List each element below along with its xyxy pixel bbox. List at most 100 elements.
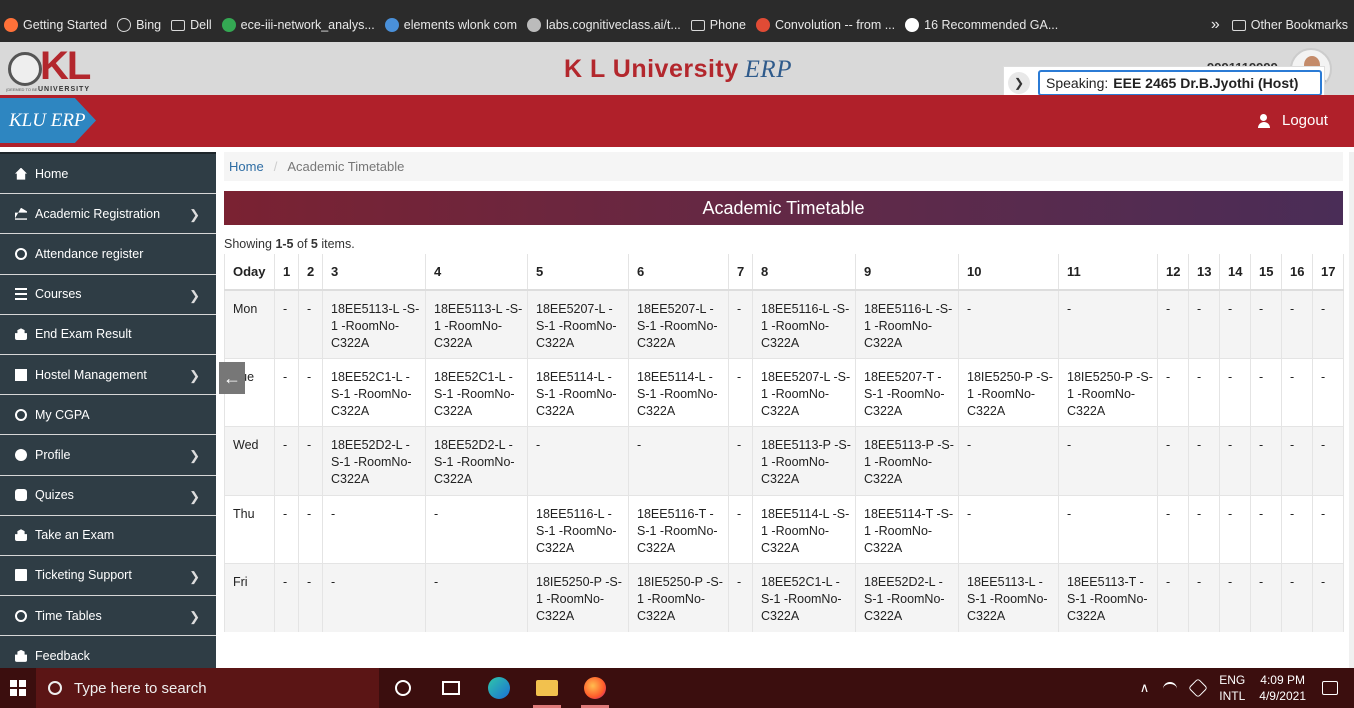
expand-chevron-icon[interactable]: ❯ (1008, 72, 1030, 94)
slot-cell: 18EE5207-L -S-1 -RoomNo-C322A (628, 289, 729, 359)
column-header[interactable]: 5 (527, 254, 629, 291)
medium-icon (905, 18, 920, 32)
sidebar-item-attendance-register[interactable]: Attendance register (0, 234, 216, 275)
day-cell: Thu (224, 494, 275, 564)
sidebar-item-courses[interactable]: Courses ❯ (0, 275, 216, 315)
system-tray: ∧ ENG INTL 4:09 PM 4/9/2021 (1140, 672, 1354, 704)
slot-cell: - (274, 563, 299, 632)
notification-icon[interactable] (1322, 681, 1338, 695)
column-header[interactable]: 8 (752, 254, 856, 291)
slot-cell: - (274, 494, 299, 564)
more-bookmarks-chevron-icon[interactable]: » (1203, 16, 1228, 34)
collapse-sidebar-arrow-icon[interactable]: ← (219, 362, 245, 394)
scrollbar[interactable] (1349, 152, 1354, 668)
bookmarks-bar: Getting Started Bing Dell ece-iii-network_a… (0, 8, 1354, 42)
sidebar-item-time-tables[interactable]: Time Tables ❯ (0, 596, 216, 637)
column-header[interactable]: 13 (1188, 254, 1220, 291)
slot-cell: - (1219, 289, 1251, 359)
sidebar-item-take-an-exam[interactable]: Take an Exam (0, 516, 216, 556)
column-header[interactable]: 3 (322, 254, 426, 291)
bookmark-item[interactable]: Phone (687, 8, 752, 42)
slot-cell: - (1312, 563, 1344, 632)
day-cell: Fri (224, 563, 275, 632)
slot-cell: - (425, 494, 528, 564)
firefox-button[interactable] (571, 668, 619, 708)
cortana-button[interactable] (379, 668, 427, 708)
clock[interactable]: 4:09 PM 4/9/2021 (1259, 672, 1306, 704)
day-cell: Mon (224, 289, 275, 359)
sidebar-item-quizes[interactable]: Quizes ❯ (0, 476, 216, 516)
slot-cell: - (1312, 426, 1344, 496)
slot-cell: - (1281, 494, 1313, 564)
building-icon (15, 368, 27, 381)
chevron-right-icon: ❯ (189, 207, 200, 223)
slot-cell: - (274, 357, 299, 427)
taskbar-search-box[interactable]: Type here to search (36, 668, 379, 708)
brand-tag[interactable]: KLU ERP (0, 98, 96, 143)
windows-taskbar: Type here to search ∧ ENG INTL 4:09 PM 4… (0, 668, 1354, 708)
bookmark-item[interactable]: elements wlonk com (381, 8, 523, 42)
bookmark-label: Dell (190, 18, 212, 32)
column-header[interactable]: 9 (855, 254, 959, 291)
pen-icon[interactable] (1188, 678, 1209, 698)
edge-button[interactable] (475, 668, 523, 708)
slot-cell: - (1250, 426, 1282, 496)
file-explorer-button[interactable] (523, 668, 571, 708)
sidebar-item-home[interactable]: Home (0, 154, 216, 195)
bookmark-label: elements wlonk com (403, 18, 517, 32)
slot-cell: - (298, 357, 323, 427)
slot-cell: 18EE5113-P -S-1 -RoomNo-C322A (752, 426, 856, 496)
logout-label: Logout (1282, 112, 1328, 129)
breadcrumb-home-link[interactable]: Home (229, 159, 264, 174)
sidebar-item-profile[interactable]: Profile ❯ (0, 435, 216, 476)
slot-cell: - (1157, 357, 1189, 427)
folder-icon (1231, 19, 1246, 31)
bookmark-item[interactable]: Bing (113, 8, 167, 42)
network-icon[interactable] (1163, 682, 1178, 694)
task-view-button[interactable] (427, 668, 475, 708)
show-hidden-icons-chevron-icon[interactable]: ∧ (1140, 680, 1150, 696)
column-header[interactable]: 17 (1312, 254, 1344, 291)
sidebar-item-end-exam-result[interactable]: End Exam Result (0, 315, 216, 355)
column-header[interactable]: Oday (224, 254, 275, 291)
column-header[interactable]: 10 (958, 254, 1059, 291)
column-header[interactable]: 4 (425, 254, 528, 291)
slot-cell: - (728, 494, 753, 564)
browser-tab-strip (0, 0, 1354, 8)
other-bookmarks[interactable]: Other Bookmarks (1228, 8, 1354, 42)
search-icon (48, 681, 62, 695)
folder-icon (690, 19, 705, 31)
folder-icon (536, 680, 558, 696)
kl-university-logo[interactable]: KL UNIVERSITY (DEEMED TO BE (6, 44, 114, 93)
column-header[interactable]: 15 (1250, 254, 1282, 291)
sidebar-item-label: Time Tables (35, 608, 102, 623)
bookmark-item[interactable]: Getting Started (0, 8, 113, 42)
column-header[interactable]: 6 (628, 254, 729, 291)
bookmark-item[interactable]: ece-iii-network_analys... (218, 8, 381, 42)
language-indicator[interactable]: ENG INTL (1219, 672, 1245, 704)
start-button[interactable] (0, 668, 36, 708)
slot-cell: - (1188, 426, 1220, 496)
bookmark-item[interactable]: Dell (167, 8, 218, 42)
bookmark-item[interactable]: labs.cognitiveclass.ai/t... (523, 8, 687, 42)
column-header[interactable]: 14 (1219, 254, 1251, 291)
column-header[interactable]: 7 (728, 254, 753, 291)
logo-subtext: UNIVERSITY (38, 86, 91, 93)
column-header[interactable]: 12 (1157, 254, 1189, 291)
slot-cell: - (1281, 426, 1313, 496)
summary-of: of (297, 237, 308, 251)
column-header[interactable]: 16 (1281, 254, 1313, 291)
bookmark-item[interactable]: 16 Recommended GA... (901, 8, 1064, 42)
clock-date: 4/9/2021 (1259, 689, 1306, 703)
sidebar-item-ticketing-support[interactable]: Ticketing Support ❯ (0, 556, 216, 597)
sidebar-item-academic-registration[interactable]: Academic Registration ❯ (0, 194, 216, 235)
sidebar-item-my-cgpa[interactable]: My CGPA (0, 395, 216, 436)
bookmark-item[interactable]: Convolution -- from ... (752, 8, 901, 42)
slot-cell: - (1281, 289, 1313, 359)
column-header[interactable]: 2 (298, 254, 323, 291)
column-header[interactable]: 11 (1058, 254, 1158, 291)
sidebar-item-hostel-management[interactable]: Hostel Management ❯ (0, 355, 216, 396)
column-header[interactable]: 1 (274, 254, 299, 291)
sidebar-item-label: Academic Registration (35, 206, 161, 221)
logout-button[interactable]: Logout (1258, 112, 1328, 129)
